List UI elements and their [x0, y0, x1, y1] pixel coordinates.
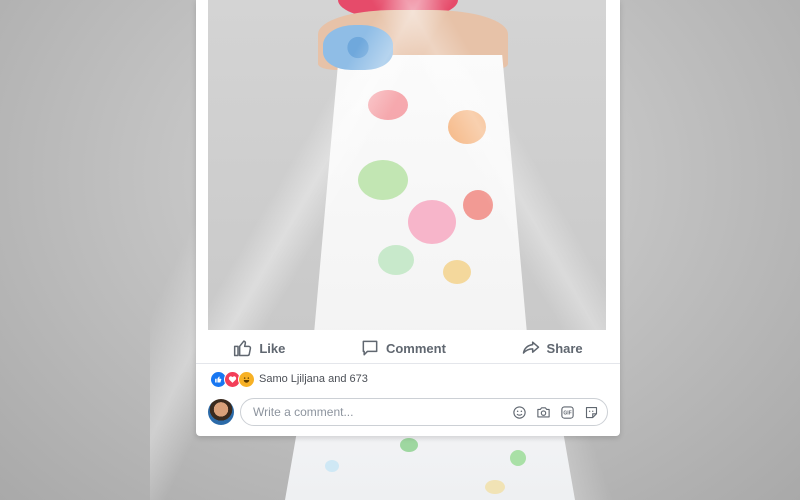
comment-button[interactable]: Comment: [346, 334, 460, 362]
plastic-overlay: [208, 0, 606, 330]
avatar[interactable]: [208, 399, 234, 425]
post-photo[interactable]: [208, 0, 606, 330]
sticker-icon[interactable]: [583, 404, 599, 420]
comment-composer: GIF: [208, 397, 608, 427]
haha-reaction-icon: [238, 370, 255, 388]
like-button[interactable]: Like: [219, 334, 299, 362]
thumbs-up-icon: [234, 340, 252, 357]
share-arrow-icon: [522, 341, 539, 354]
comment-box-icons: GIF: [511, 404, 599, 420]
svg-text:GIF: GIF: [563, 410, 571, 416]
share-button[interactable]: Share: [507, 334, 597, 362]
gif-icon[interactable]: GIF: [559, 404, 575, 420]
like-label: Like: [259, 340, 286, 356]
comment-label: Comment: [385, 340, 446, 356]
reactions-summary[interactable]: Samo Ljiljana and 673: [210, 370, 368, 388]
facebook-post-card: Like Comment Share Samo Ljiljana and 673…: [196, 0, 620, 436]
reactions-text: Samo Ljiljana and 673: [259, 373, 368, 385]
comment-box: GIF: [240, 398, 608, 426]
comment-input[interactable]: [251, 404, 511, 420]
post-action-bar: Like Comment Share: [196, 333, 620, 364]
camera-icon[interactable]: [535, 404, 551, 420]
comment-bubble-icon: [362, 340, 378, 356]
share-label: Share: [546, 340, 583, 356]
emoji-icon[interactable]: [511, 404, 527, 420]
reaction-icons: [210, 370, 255, 388]
